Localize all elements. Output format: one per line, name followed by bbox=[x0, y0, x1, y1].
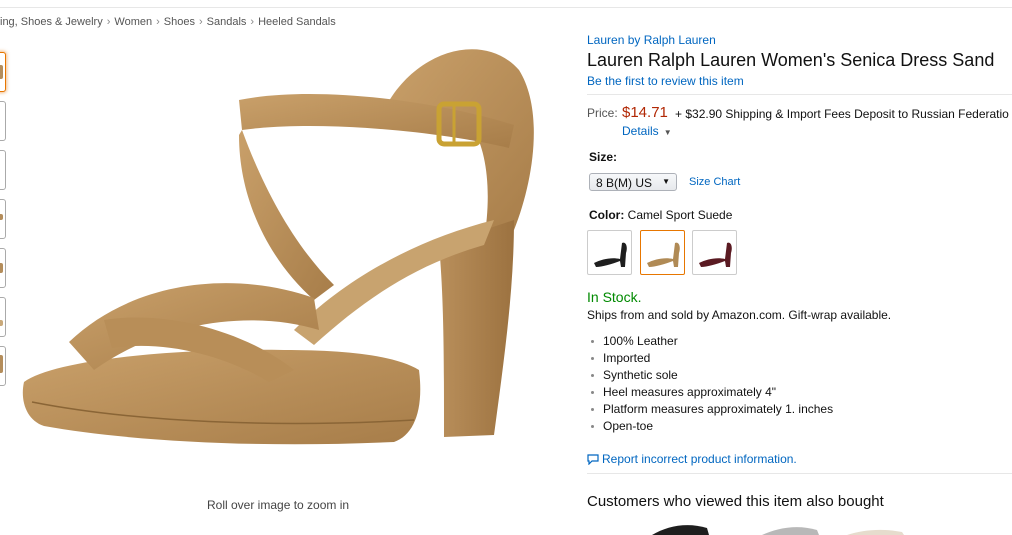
feature-item: Imported bbox=[587, 351, 833, 368]
color-value: Camel Sport Suede bbox=[627, 208, 733, 222]
thumbnail-4[interactable] bbox=[0, 199, 6, 239]
size-selected-value: 8 B(M) US bbox=[596, 176, 653, 190]
thumbnail-2[interactable] bbox=[0, 101, 6, 141]
price-value: $14.71 bbox=[622, 104, 668, 121]
comment-icon bbox=[587, 454, 599, 466]
stock-status: In Stock. bbox=[587, 289, 642, 305]
breadcrumb-separator: › bbox=[156, 16, 160, 28]
swatch-camel[interactable] bbox=[640, 230, 685, 275]
brand-link[interactable]: Lauren by Ralph Lauren bbox=[587, 33, 716, 47]
feature-list: 100% Leather Imported Synthetic sole Hee… bbox=[587, 334, 833, 436]
size-select[interactable]: 8 B(M) US ▼ bbox=[589, 173, 677, 191]
swatch-burgundy[interactable] bbox=[692, 230, 737, 275]
details-dropdown[interactable]: Details ▼ bbox=[622, 124, 672, 138]
thumbnail-strip bbox=[0, 52, 6, 395]
related-product-image[interactable] bbox=[842, 520, 912, 535]
feature-item: Heel measures approximately 4" bbox=[587, 385, 833, 402]
review-link[interactable]: Be the first to review this item bbox=[587, 74, 744, 88]
color-label: Color: Camel Sport Suede bbox=[589, 208, 732, 222]
feature-item: Open-toe bbox=[587, 419, 833, 436]
thumbnail-7[interactable] bbox=[0, 346, 6, 386]
ships-from: Ships from and sold by Amazon.com. Gift-… bbox=[587, 308, 892, 322]
shipping-fees: + $32.90 Shipping & Import Fees Deposit … bbox=[675, 107, 1009, 121]
thumbnail-1[interactable] bbox=[0, 52, 6, 92]
breadcrumb-separator: › bbox=[198, 16, 203, 28]
thumbnail-5[interactable] bbox=[0, 248, 6, 288]
breadcrumb-separator: › bbox=[106, 16, 111, 28]
related-product-image[interactable] bbox=[757, 520, 827, 535]
swatch-black[interactable] bbox=[587, 230, 632, 275]
breadcrumb-item[interactable]: Shoes bbox=[164, 16, 195, 28]
feature-item: Platform measures approximately 1. inche… bbox=[587, 402, 833, 419]
thumbnail-6[interactable] bbox=[0, 297, 6, 337]
breadcrumb-item[interactable]: Sandals bbox=[207, 16, 247, 28]
caret-down-icon: ▼ bbox=[663, 128, 672, 137]
product-title: Lauren Ralph Lauren Women's Senica Dress… bbox=[587, 50, 995, 70]
breadcrumb: ing, Shoes & Jewelry › Women › Shoes › Sandals… bbox=[0, 16, 336, 28]
zoom-hint: Roll over image to zoom in bbox=[207, 498, 350, 512]
top-divider bbox=[0, 7, 1012, 8]
also-bought-heading: Customers who viewed this item also boug… bbox=[587, 493, 884, 510]
breadcrumb-item[interactable]: Heeled Sandals bbox=[258, 16, 336, 28]
feature-item: Synthetic sole bbox=[587, 368, 833, 385]
report-link[interactable]: Report incorrect product information. bbox=[587, 452, 797, 466]
breadcrumb-item[interactable]: ing, Shoes & Jewelry bbox=[0, 16, 103, 28]
color-label-text: Color: bbox=[589, 208, 625, 222]
breadcrumb-separator: › bbox=[250, 16, 255, 28]
price-label: Price: bbox=[587, 106, 618, 120]
size-chart-link[interactable]: Size Chart bbox=[689, 176, 740, 188]
product-image-sandal[interactable] bbox=[14, 30, 554, 460]
dropdown-arrow-icon: ▼ bbox=[662, 177, 670, 186]
divider bbox=[587, 94, 1012, 95]
details-label: Details bbox=[622, 124, 659, 138]
feature-item: 100% Leather bbox=[587, 334, 833, 351]
divider bbox=[587, 473, 1012, 474]
report-link-label: Report incorrect product information. bbox=[602, 452, 797, 466]
related-product-image[interactable] bbox=[647, 520, 717, 535]
thumbnail-3[interactable] bbox=[0, 150, 6, 190]
breadcrumb-item[interactable]: Women bbox=[114, 16, 152, 28]
size-label: Size: bbox=[589, 150, 618, 164]
